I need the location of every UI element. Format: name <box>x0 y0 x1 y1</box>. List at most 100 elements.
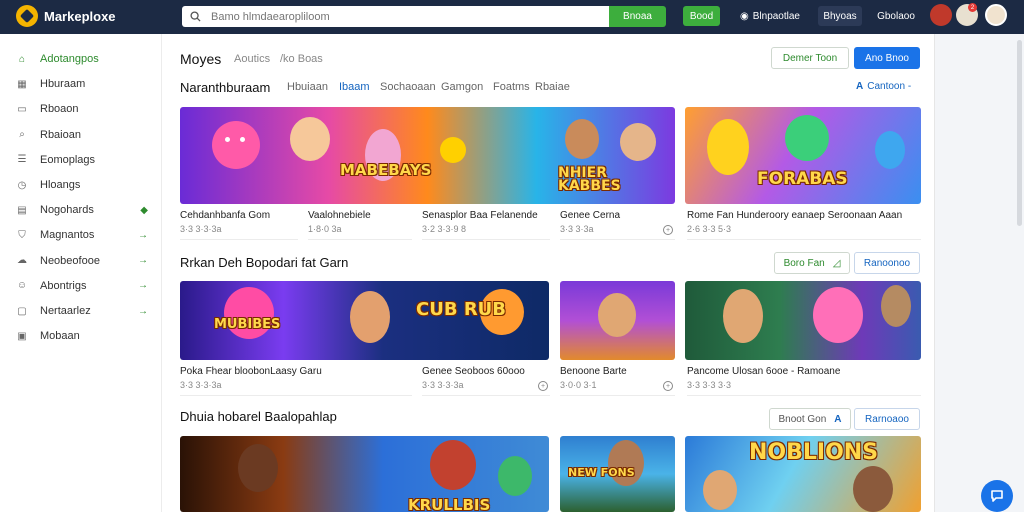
card-meta: 3·0·0 3·1 <box>560 380 597 390</box>
top-chip-2[interactable]: Gbolaoo <box>872 6 920 26</box>
card-title[interactable]: Benoone Barte <box>560 366 627 377</box>
game-thumbnail-7[interactable]: NEW FONS <box>560 436 675 512</box>
thumbnail-title-7: KRULLBIS <box>408 496 491 512</box>
game-thumbnail-3[interactable]: MUBIBES CUB RUB <box>180 281 549 360</box>
card-divider <box>422 395 550 396</box>
search-box[interactable] <box>182 6 610 27</box>
sidebar-item-label: Adotangpos <box>40 53 99 65</box>
sidebar-item-9[interactable]: ☁ Neobeofooe → <box>16 252 152 270</box>
game-thumbnail-8[interactable]: NOBLIONS <box>685 436 921 512</box>
sidebar-item-4[interactable]: ⌕ Rbaioan <box>16 126 152 144</box>
card-title[interactable]: Genee Cerna <box>560 210 620 221</box>
list-icon: ☰ <box>17 154 27 166</box>
breadcrumb-item-2[interactable]: /ko Boas <box>280 53 323 65</box>
thumbnail-title-1: MABEBAYS <box>340 161 432 179</box>
top-nav-link[interactable]: ◉ Blnpaotlae <box>740 6 800 26</box>
top-nav-link-label: Blnpaotlae <box>752 10 800 22</box>
card-title[interactable]: Genee Seoboos 60ooo <box>422 366 525 377</box>
game-thumbnail-6[interactable]: KRULLBIS <box>180 436 549 512</box>
sidebar-item-label: Rbaioan <box>40 128 81 141</box>
card-meta: 2·6 3·3 5·3 <box>687 224 732 234</box>
card-meta: 3·3 3·3·3a <box>180 224 222 234</box>
game-thumbnail-4[interactable] <box>560 281 675 360</box>
card-divider <box>560 239 675 240</box>
sidebar-item-5[interactable]: ☰ Eomoplags <box>16 151 152 169</box>
tab-1[interactable]: Hbuiaan <box>287 81 328 93</box>
add-icon[interactable]: + <box>663 225 673 235</box>
card-title[interactable]: Pancome Ulosan 6ooe - Ramoane <box>687 366 840 377</box>
game-thumbnail-2[interactable]: FORABAS <box>685 107 921 204</box>
home-icon: ⌂ <box>18 53 26 65</box>
primary-button[interactable]: Ano Bnoo <box>854 47 920 69</box>
expand-arrow-icon: → <box>138 305 148 317</box>
users-icon: ☺ <box>16 280 28 292</box>
section-2-title: Rrkan Deh Bopodari fat Garn <box>180 255 349 270</box>
sidebar-item-2[interactable]: ▦ Hburaam <box>16 75 152 93</box>
card-divider <box>687 395 921 396</box>
sidebar-item-1[interactable]: ⌂ Adotangpos <box>16 50 152 68</box>
logo[interactable]: Markeploxe <box>16 4 116 28</box>
card-meta: 3·3 3·3·3a <box>422 380 464 390</box>
card-divider <box>422 239 550 240</box>
expand-arrow-icon: → <box>138 229 148 241</box>
sidebar-item-11[interactable]: ▢ Nertaarlez → <box>16 302 152 320</box>
expand-arrow-icon: → <box>138 280 148 292</box>
sidebar-item-7[interactable]: ▤ Nogohards ◆ <box>16 201 152 219</box>
edit-icon: ◿ <box>832 257 841 269</box>
folder-icon: ▤ <box>17 204 27 216</box>
logo-icon <box>16 5 38 27</box>
card-meta: 3·3 3·3a <box>560 224 594 234</box>
card-divider <box>308 239 412 240</box>
file-icon: ▭ <box>17 103 27 115</box>
green-action-button[interactable]: Bood <box>683 6 720 26</box>
card-title[interactable]: Poka Fhear bloobonLaasy Garu <box>180 366 322 377</box>
section-1-link-label: Cantoon - <box>867 81 912 92</box>
card-title[interactable]: Senasplor Baa Felanende <box>422 210 538 221</box>
tab-6[interactable]: Rbaiae <box>535 81 570 93</box>
notification-badge: 2 <box>968 3 977 12</box>
search-input[interactable] <box>211 10 571 23</box>
card-divider <box>560 395 675 396</box>
tab-4[interactable]: Gamgon <box>441 81 483 93</box>
sidebar-item-10[interactable]: ☺ Abontrigs → <box>16 277 152 295</box>
section-1-link[interactable]: A Cantoon - <box>856 81 911 92</box>
card-meta: 1·8·0 3a <box>308 224 342 234</box>
chat-button[interactable] <box>981 480 1013 512</box>
section-1-title: Naranthburaam <box>180 80 271 95</box>
sidebar-item-label: Hloangs <box>40 179 81 191</box>
search-button[interactable]: Bnoaa <box>609 6 666 27</box>
breadcrumb-item-1[interactable]: Aoutics <box>234 53 270 65</box>
tab-5[interactable]: Foatms <box>493 81 530 93</box>
card-title[interactable]: Rome Fan Hunderoory eanaep Seroonaan Aaa… <box>687 210 902 221</box>
a-icon: A <box>856 81 864 92</box>
thumbnail-title-8: NEW FONS <box>568 466 635 479</box>
tab-2[interactable]: Ibaam <box>339 81 370 93</box>
sidebar-item-label: Nertaarlez <box>40 305 91 317</box>
section-3-secondary-button[interactable]: Rarnoaoo <box>854 408 920 430</box>
tab-3[interactable]: Sochaoaan <box>380 81 436 93</box>
sidebar-item-3[interactable]: ▭ Rboaon <box>16 100 152 118</box>
card-title[interactable]: Vaalohnebiele <box>308 210 371 221</box>
sidebar-item-label: Eomoplags <box>40 153 96 166</box>
sidebar-item-label: Rboaon <box>40 103 79 116</box>
card-title[interactable]: Cehdanhbanfa Gom <box>180 210 270 221</box>
section-2-outline-button[interactable]: Boro Fan ◿ <box>774 252 850 274</box>
add-icon[interactable]: + <box>538 381 548 391</box>
card-divider <box>180 395 412 396</box>
sidebar-item-12[interactable]: ▣ Mobaan <box>16 327 152 345</box>
scrollbar[interactable] <box>1017 40 1022 226</box>
sidebar-item-8[interactable]: ⛉ Magnantos → <box>16 226 152 244</box>
logo-text: Markeploxe <box>44 8 116 24</box>
section-3-outline-button[interactable]: Bnoot Gon A <box>769 408 851 430</box>
game-thumbnail-1[interactable]: MABEBAYS NHIER KABBES <box>180 107 675 204</box>
outline-button[interactable]: Demer Toon <box>771 47 849 69</box>
sidebar-item-label: Mobaan <box>40 330 80 343</box>
section-2-secondary-button[interactable]: Ranoonoo <box>854 252 920 274</box>
avatar-1[interactable] <box>930 4 952 26</box>
top-chip-1[interactable]: Bhyoas <box>818 6 862 26</box>
main-content: Moyes Aoutics /ko Boas Demer Toon Ano Bn… <box>162 34 934 512</box>
sidebar-item-6[interactable]: ◷ Hloangs <box>16 176 152 194</box>
user-avatar[interactable] <box>985 4 1007 26</box>
add-icon[interactable]: + <box>663 381 673 391</box>
game-thumbnail-5[interactable] <box>685 281 921 360</box>
